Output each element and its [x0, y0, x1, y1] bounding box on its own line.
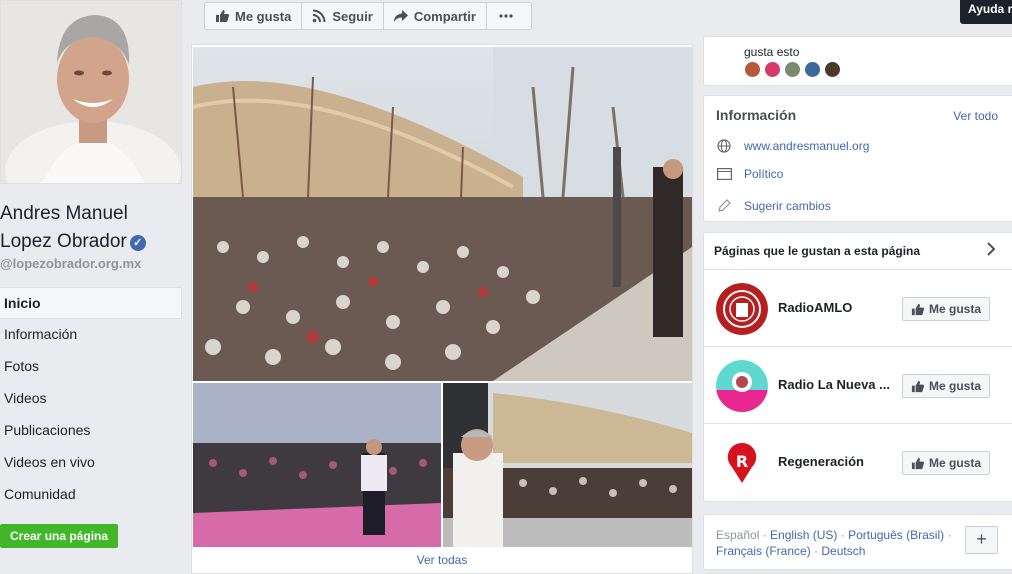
chevron-right-icon[interactable]	[986, 242, 996, 261]
nav-item-informacion[interactable]: Información	[0, 319, 182, 351]
follow-button[interactable]: Seguir	[301, 2, 384, 30]
like-page-button[interactable]: Me gusta	[902, 374, 991, 398]
share-button[interactable]: Compartir	[382, 2, 487, 30]
liked-page-row: Radio La Nueva ... Me gusta	[704, 346, 1012, 423]
rss-icon	[313, 9, 326, 23]
liked-pages-card: Páginas que le gustan a esta página Radi…	[703, 232, 1012, 502]
nav-item-videos-en-vivo[interactable]: Videos en vivo	[0, 447, 182, 479]
add-language-button[interactable]: +	[965, 526, 998, 554]
featured-photo-rally-stage[interactable]	[193, 47, 692, 381]
see-all-info-link[interactable]: Ver todo	[953, 109, 998, 123]
liked-pages-title[interactable]: Páginas que le gustan a esta página	[714, 244, 920, 258]
language-option[interactable]: Français (France)	[716, 544, 811, 558]
avatar[interactable]	[764, 61, 781, 78]
category-link[interactable]: Político	[744, 167, 783, 181]
more-options-button[interactable]	[485, 2, 532, 30]
liked-page-row: RadioAMLO Me gusta	[704, 269, 1012, 346]
share-label: Compartir	[413, 8, 476, 24]
create-page-button[interactable]: Crear una página	[0, 524, 119, 548]
nav-item-publicaciones[interactable]: Publicaciones	[0, 415, 182, 447]
suggest-edits-row: Sugerir cambios	[716, 196, 831, 216]
regeneracion-logo[interactable]: R	[716, 437, 768, 489]
like-page-label: Me gusta	[235, 8, 292, 24]
pencil-icon	[716, 198, 732, 214]
liked-page-row: R Regeneración Me gusta	[704, 423, 1012, 500]
radio-la-nueva-logo[interactable]	[716, 360, 768, 412]
like-page-button[interactable]: Me gusta	[902, 451, 991, 475]
ellipsis-icon	[499, 14, 513, 18]
like-page-button[interactable]: Me gusta	[902, 297, 991, 321]
language-list: Español · English (US) · Português (Bras…	[716, 528, 952, 558]
language-option[interactable]: English (US)	[770, 528, 837, 542]
like-label: Me gusta	[929, 379, 982, 393]
friend-avatars	[744, 61, 844, 78]
avatar[interactable]	[824, 61, 841, 78]
page-title: Andres Manuel Lopez Obrador ✓	[0, 200, 182, 256]
nav-item-videos[interactable]: Videos	[0, 383, 182, 415]
photo-grid: Ver todas	[191, 44, 693, 574]
photo-speaker-under-tent[interactable]	[443, 383, 692, 547]
avatar[interactable]	[744, 61, 761, 78]
language-card: Español · English (US) · Português (Bras…	[703, 514, 1012, 570]
globe-icon	[716, 138, 732, 154]
thumbs-up-icon	[911, 380, 924, 392]
see-all-photos-link[interactable]: Ver todas	[192, 551, 692, 573]
avatar[interactable]	[784, 61, 801, 78]
follow-label: Seguir	[332, 8, 373, 24]
profile-picture[interactable]	[0, 0, 182, 184]
like-label: Me gusta	[929, 456, 982, 470]
nav-item-inicio[interactable]: Inicio	[0, 287, 182, 319]
information-title: Información	[716, 107, 797, 123]
likes-text: gusta esto	[744, 45, 800, 59]
website-link[interactable]: www.andresmanuel.org	[744, 139, 869, 153]
page-title-line2: Lopez Obrador	[0, 231, 127, 252]
page-title-line1: Andres Manuel	[0, 203, 128, 224]
suggest-edits-link[interactable]: Sugerir cambios	[744, 199, 831, 213]
category-folder-icon	[716, 166, 732, 182]
thumbs-up-icon	[911, 457, 924, 469]
current-language: Español	[716, 528, 760, 542]
page-username[interactable]: @lopezobrador.org.mx	[0, 256, 141, 271]
page-nav: Inicio Información Fotos Videos Publicac…	[0, 287, 182, 511]
left-column: Andres Manuel Lopez Obrador ✓ @lopezobrad…	[0, 0, 182, 574]
like-label: Me gusta	[929, 302, 982, 316]
thumbs-up-icon	[216, 10, 229, 22]
website-row: www.andresmanuel.org	[716, 136, 869, 156]
photo-rally-speaker-purple[interactable]	[193, 383, 441, 547]
language-option[interactable]: Português (Brasil)	[848, 528, 944, 542]
liked-page-name[interactable]: Radio La Nueva ...	[778, 377, 898, 392]
liked-page-name[interactable]: Regeneración	[778, 454, 898, 469]
nav-item-fotos[interactable]: Fotos	[0, 351, 182, 383]
page-action-bar: Me gusta Seguir Compartir	[204, 2, 532, 30]
nav-item-comunidad[interactable]: Comunidad	[0, 479, 182, 511]
svg-text:R: R	[736, 452, 748, 471]
category-row: Político	[716, 164, 783, 184]
friends-like-card: gusta esto	[703, 36, 1012, 86]
help-tooltip: Ayuda r	[960, 0, 1012, 24]
like-page-button[interactable]: Me gusta	[204, 2, 303, 30]
thumbs-up-icon	[911, 303, 924, 315]
verified-badge-icon: ✓	[129, 235, 146, 251]
share-arrow-icon	[393, 10, 408, 22]
information-card: Información Ver todo www.andresmanuel.or…	[703, 95, 1012, 222]
avatar[interactable]	[804, 61, 821, 78]
language-option[interactable]: Deutsch	[821, 544, 865, 558]
radioamlo-logo[interactable]	[716, 283, 768, 335]
liked-page-name[interactable]: RadioAMLO	[778, 300, 898, 315]
